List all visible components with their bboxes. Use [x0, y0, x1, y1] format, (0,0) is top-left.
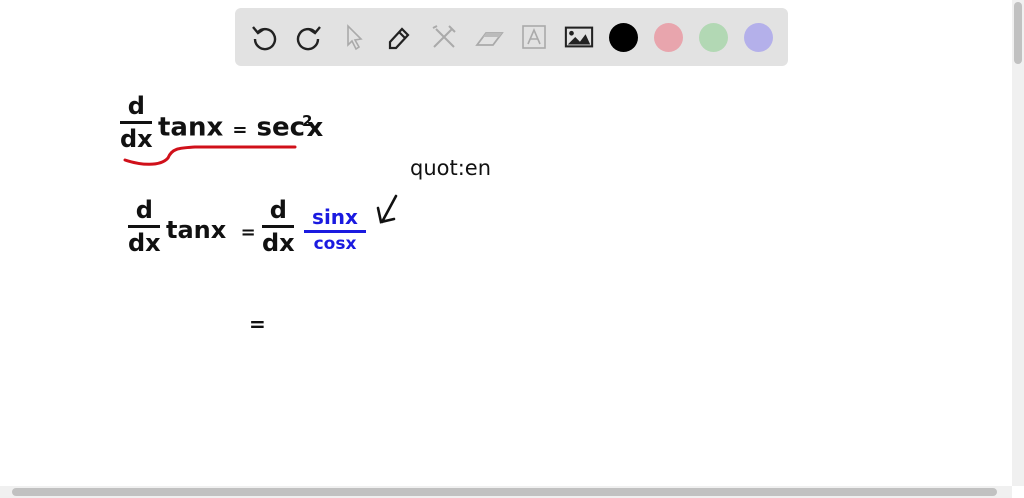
vertical-scrollbar[interactable] — [1012, 0, 1024, 486]
numerator: sinx — [312, 205, 358, 229]
variable: x — [306, 112, 324, 143]
eraser-button[interactable] — [474, 22, 504, 52]
denominator: dx — [128, 228, 161, 257]
numerator: d — [127, 92, 145, 120]
vertical-scroll-thumb[interactable] — [1014, 2, 1022, 64]
denominator: dx — [262, 228, 295, 257]
horizontal-scrollbar[interactable] — [0, 486, 1012, 498]
undo-icon — [252, 26, 277, 51]
color-black-swatch[interactable] — [609, 23, 638, 52]
redo-icon — [296, 26, 321, 51]
equation-1-rhs: tanx = sec2x — [158, 112, 323, 143]
pen-icon — [388, 27, 410, 50]
derivative-operator: d dx — [262, 196, 295, 257]
tan-term: tanx — [158, 112, 224, 143]
eraser-icon — [475, 32, 504, 46]
select-button[interactable] — [339, 22, 369, 52]
quotient-note: quot:en — [410, 156, 492, 180]
sin-over-cos-fraction: sinx cosx — [304, 205, 366, 254]
fraction-bar — [262, 225, 295, 228]
equals-sign: = — [232, 119, 248, 141]
color-blue-swatch[interactable] — [744, 23, 773, 52]
equals-sign: = — [240, 222, 256, 243]
red-underline — [123, 145, 297, 166]
horizontal-scroll-thumb[interactable] — [12, 488, 997, 496]
fraction-bar — [128, 225, 161, 228]
equation-2-lhs: tanx = — [166, 216, 256, 244]
derivative-operator: d dx — [128, 196, 161, 257]
pen-button[interactable] — [384, 22, 414, 52]
denominator: cosx — [313, 233, 357, 254]
undo-button[interactable] — [249, 22, 279, 52]
redo-button[interactable] — [294, 22, 324, 52]
numerator: d — [135, 196, 153, 224]
tools-button[interactable] — [429, 22, 459, 52]
fraction-bar — [120, 121, 153, 124]
drawing-toolbar — [235, 8, 788, 66]
text-button[interactable] — [519, 22, 549, 52]
select-icon — [347, 24, 363, 51]
color-green-swatch[interactable] — [699, 23, 728, 52]
image-icon — [564, 26, 594, 48]
equals-sign: = — [249, 312, 266, 336]
text-icon — [522, 25, 546, 49]
tan-term: tanx — [166, 216, 227, 244]
tools-icon — [432, 25, 456, 48]
color-red-swatch[interactable] — [654, 23, 683, 52]
image-button[interactable] — [564, 22, 594, 52]
sec-term: sec — [256, 112, 306, 143]
arrow-icon — [376, 194, 398, 224]
numerator: d — [269, 196, 287, 224]
fraction-bar — [304, 230, 366, 233]
